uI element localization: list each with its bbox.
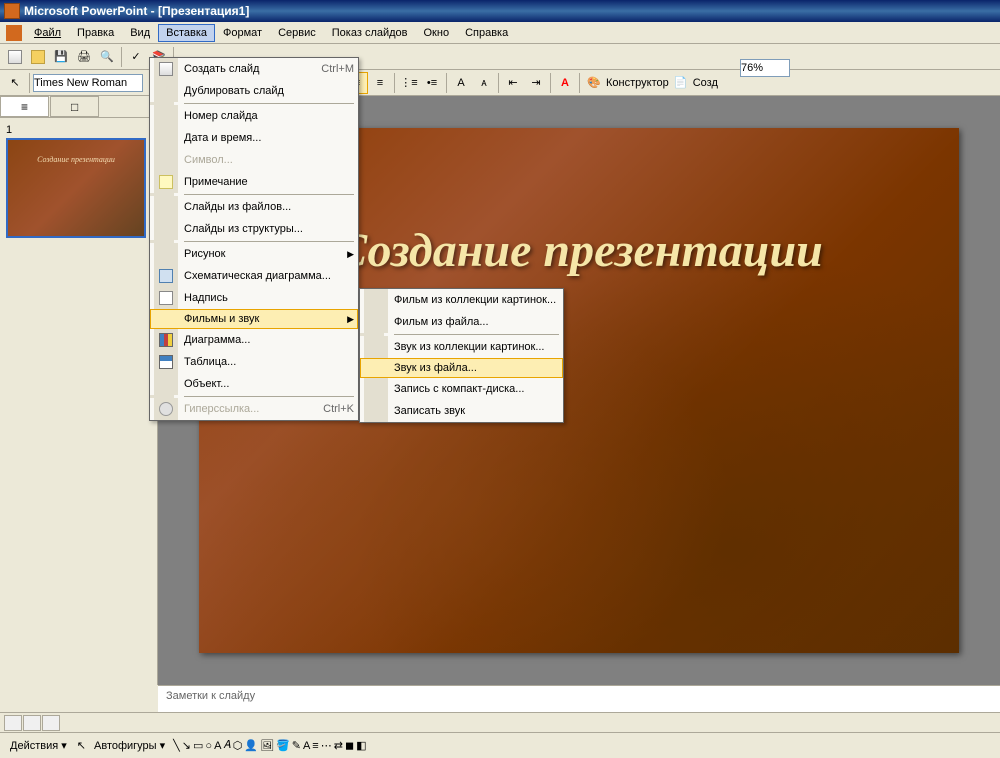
insert-menu: Создать слайдCtrl+M Дублировать слайд Но… xyxy=(149,57,359,421)
align-right-button[interactable]: ≡ xyxy=(369,72,391,94)
menu-duplicate-slide[interactable]: Дублировать слайд xyxy=(150,80,358,102)
3d-tool[interactable]: ◧ xyxy=(356,739,366,752)
menu-date-time[interactable]: Дата и время... xyxy=(150,127,358,149)
font-name-select[interactable] xyxy=(33,74,143,92)
zoom-select[interactable] xyxy=(740,59,790,77)
preview-button[interactable]: 🔍 xyxy=(96,46,118,68)
design-button[interactable]: 🎨 xyxy=(583,72,605,94)
select-tool[interactable]: ↖ xyxy=(77,739,86,752)
app-name: Microsoft PowerPoint xyxy=(24,4,147,18)
menu-edit[interactable]: Правка xyxy=(69,24,122,42)
decrease-indent-button[interactable]: ⇤ xyxy=(502,72,524,94)
thumb-title: Создание презентации xyxy=(37,155,115,164)
font-color-button[interactable]: A xyxy=(554,72,576,94)
normal-view-button[interactable] xyxy=(4,715,22,731)
arrow-style-tool[interactable]: ⇄ xyxy=(334,739,343,752)
tab-slides[interactable]: □ xyxy=(50,96,99,117)
clipart-tool[interactable]: 👤 xyxy=(244,739,258,752)
submenu-movie-file[interactable]: Фильм из файла... xyxy=(360,311,563,333)
numbering-button[interactable]: ⋮≡ xyxy=(398,72,420,94)
menu-picture[interactable]: Рисунок▶ xyxy=(150,243,358,265)
new-slide-button[interactable]: 📄 xyxy=(670,72,692,94)
menu-insert[interactable]: Вставка xyxy=(158,24,215,42)
menu-textbox[interactable]: Надпись xyxy=(150,287,358,309)
status-bar xyxy=(0,712,1000,732)
menu-slides-from-outline[interactable]: Слайды из структуры... xyxy=(150,218,358,240)
sorter-view-button[interactable] xyxy=(23,715,41,731)
decrease-font-button[interactable]: ᴀ xyxy=(473,72,495,94)
picture-tool[interactable]: 🖼 xyxy=(260,739,274,752)
arrow-icon[interactable]: ↖ xyxy=(4,72,26,94)
slides-panel: ≡ □ 1 Создание презентации xyxy=(0,96,158,685)
save-button[interactable]: 💾 xyxy=(50,46,72,68)
arrow-tool[interactable]: ↘ xyxy=(182,739,191,752)
shadow-tool[interactable]: ◼ xyxy=(345,739,354,752)
menu-slides-from-files[interactable]: Слайды из файлов... xyxy=(150,196,358,218)
new-button[interactable] xyxy=(4,46,26,68)
panel-tabs: ≡ □ xyxy=(0,96,157,118)
submenu-movie-clip[interactable]: Фильм из коллекции картинок... xyxy=(360,289,563,311)
menu-symbol: Символ... xyxy=(150,149,358,171)
font-color-tool[interactable]: A xyxy=(303,740,310,752)
app-menu-icon[interactable] xyxy=(6,25,22,41)
app-icon xyxy=(4,3,20,19)
menu-file[interactable]: Файл xyxy=(26,24,69,42)
oval-tool[interactable]: ○ xyxy=(205,740,212,752)
menu-slideshow[interactable]: Показ слайдов xyxy=(324,24,416,42)
open-button[interactable] xyxy=(27,46,49,68)
actions-button[interactable]: Действия ▾ xyxy=(4,737,73,754)
dash-style-tool[interactable]: ⋯ xyxy=(321,739,332,752)
doc-name: [Презентация1] xyxy=(158,4,249,18)
submenu-sound-file[interactable]: Звук из файла... xyxy=(360,358,563,378)
menu-chart[interactable]: Диаграмма... xyxy=(150,329,358,351)
new-slide-label[interactable]: Созд xyxy=(693,77,718,89)
menu-tools[interactable]: Сервис xyxy=(270,24,324,42)
menu-help[interactable]: Справка xyxy=(457,24,516,42)
fill-color-tool[interactable]: 🪣 xyxy=(276,739,290,752)
autoshapes-button[interactable]: Автофигуры ▾ xyxy=(88,737,171,754)
menu-bar: Файл Правка Вид Вставка Формат Сервис По… xyxy=(0,22,1000,44)
line-color-tool[interactable]: ✎ xyxy=(292,739,301,752)
increase-font-button[interactable]: A xyxy=(450,72,472,94)
designer-label[interactable]: Конструктор xyxy=(606,77,669,89)
submenu-record-sound[interactable]: Записать звук xyxy=(360,400,563,422)
textbox-tool[interactable]: A xyxy=(214,740,221,752)
slideshow-view-button[interactable] xyxy=(42,715,60,731)
thumbnail-list: 1 Создание презентации xyxy=(0,118,157,244)
movies-sounds-submenu: Фильм из коллекции картинок... Фильм из … xyxy=(359,288,564,423)
slide-thumbnail[interactable]: Создание презентации xyxy=(6,138,146,238)
menu-comment[interactable]: Примечание xyxy=(150,171,358,193)
submenu-cd-audio[interactable]: Запись с компакт-диска... xyxy=(360,378,563,400)
line-tool[interactable]: ╲ xyxy=(173,739,180,752)
menu-view[interactable]: Вид xyxy=(122,24,158,42)
submenu-arrow-icon: ▶ xyxy=(347,249,354,260)
diagram-tool[interactable]: ⬡ xyxy=(233,739,243,752)
spell-button[interactable]: ✓ xyxy=(125,46,147,68)
bullets-button[interactable]: •≡ xyxy=(421,72,443,94)
rectangle-tool[interactable]: ▭ xyxy=(193,739,203,752)
wordart-tool[interactable]: 𝐴 xyxy=(223,739,230,752)
notes-pane[interactable]: Заметки к слайду xyxy=(158,685,1000,712)
menu-table[interactable]: Таблица... xyxy=(150,351,358,373)
tab-outline[interactable]: ≡ xyxy=(0,96,49,117)
line-style-tool[interactable]: ≡ xyxy=(312,740,318,752)
print-button[interactable]: 🖨 xyxy=(73,46,95,68)
drawing-toolbar: Действия ▾ ↖ Автофигуры ▾ ╲ ↘ ▭ ○ A 𝐴 ⬡ … xyxy=(0,732,1000,758)
thumb-number: 1 xyxy=(6,124,151,136)
title-bar: Microsoft PowerPoint - [Презентация1] xyxy=(0,0,1000,22)
menu-hyperlink: Гиперссылка...Ctrl+K xyxy=(150,398,358,420)
menu-object[interactable]: Объект... xyxy=(150,373,358,395)
menu-format[interactable]: Формат xyxy=(215,24,270,42)
menu-diagram[interactable]: Схематическая диаграмма... xyxy=(150,265,358,287)
menu-new-slide[interactable]: Создать слайдCtrl+M xyxy=(150,58,358,80)
submenu-arrow-icon: ▶ xyxy=(347,314,354,325)
menu-slide-number[interactable]: Номер слайда xyxy=(150,105,358,127)
menu-window[interactable]: Окно xyxy=(416,24,458,42)
menu-movies-sounds[interactable]: Фильмы и звук▶ xyxy=(150,309,358,329)
increase-indent-button[interactable]: ⇥ xyxy=(525,72,547,94)
submenu-sound-clip[interactable]: Звук из коллекции картинок... xyxy=(360,336,563,358)
